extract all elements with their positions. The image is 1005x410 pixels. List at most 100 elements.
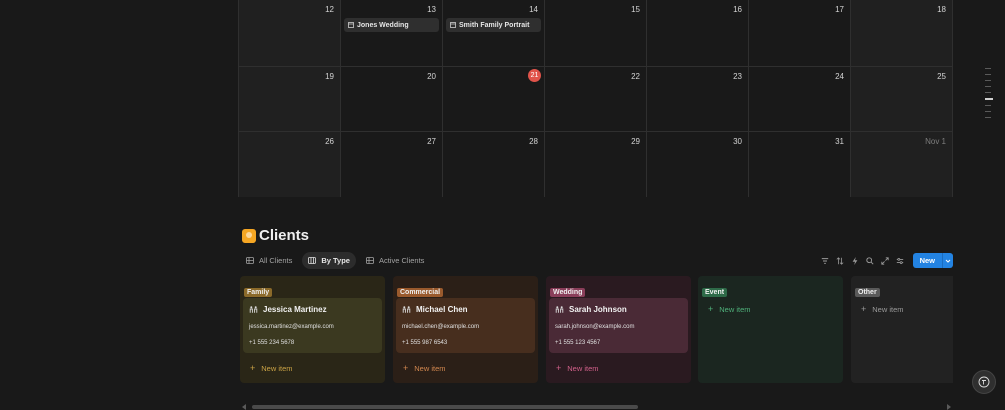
calendar-day-cell[interactable]: 29 — [545, 132, 647, 197]
page-icon — [348, 22, 354, 28]
client-email[interactable]: michael.chen@example.com — [402, 324, 479, 330]
calendar-day-cell[interactable]: 13 Jones Wedding — [341, 0, 443, 66]
search-icon[interactable] — [865, 256, 874, 265]
column-header[interactable]: Wedding — [550, 281, 586, 299]
people-icon — [249, 306, 258, 313]
calendar-event[interactable]: Jones Wedding — [344, 18, 439, 32]
calendar-day-cell[interactable]: 14 Smith Family Portrait — [443, 0, 545, 66]
calendar-event-title: Smith Family Portrait — [459, 21, 530, 29]
calendar-day-cell[interactable]: 23 — [647, 66, 749, 131]
scroll-right-arrow-icon[interactable] — [947, 404, 951, 410]
client-card[interactable]: Jessica Martinez jessica.martinez@example… — [243, 298, 382, 353]
scroll-left-arrow-icon[interactable] — [242, 404, 246, 410]
column-header[interactable]: Other — [855, 281, 880, 299]
page-outline-indicator[interactable] — [985, 68, 995, 118]
calendar-day-cell[interactable]: 22 — [545, 66, 647, 131]
calendar-day-cell[interactable]: 30 — [647, 132, 749, 197]
calendar-day-cell[interactable]: 12 — [239, 0, 341, 66]
day-number: 28 — [529, 137, 538, 146]
calendar-day-cell[interactable]: 25 — [851, 66, 953, 131]
calendar-day-cell[interactable]: 18 — [851, 0, 953, 66]
new-button[interactable]: New — [912, 253, 942, 268]
calendar-day-cell[interactable]: 19 — [239, 66, 341, 131]
settings-icon[interactable] — [896, 257, 904, 265]
expand-icon[interactable] — [880, 256, 889, 265]
plus-icon: + — [708, 304, 714, 314]
tab-all-clients[interactable]: All Clients — [240, 252, 298, 269]
help-button[interactable] — [972, 370, 996, 394]
calendar-day-cell[interactable]: 15 — [545, 0, 647, 66]
client-phone[interactable]: +1 555 987 6543 — [402, 340, 447, 346]
client-name-row: Michael Chen — [402, 305, 468, 314]
day-number: 23 — [733, 71, 742, 81]
day-number: 19 — [325, 71, 334, 81]
client-card[interactable]: Sarah Johnson sarah.johnson@example.com +1… — [549, 298, 688, 353]
day-number: 15 — [631, 5, 640, 14]
calendar-day-cell[interactable]: 27 — [341, 132, 443, 197]
tab-by-type[interactable]: By Type — [302, 252, 356, 269]
plus-icon: + — [403, 363, 409, 373]
column-tag: Commercial — [397, 288, 444, 297]
column-tag: Wedding — [550, 288, 586, 297]
new-item-button[interactable]: + New item — [708, 304, 751, 314]
chevron-down-icon — [945, 259, 951, 263]
filter-icon[interactable] — [821, 257, 829, 265]
calendar-day-cell[interactable]: 21 — [443, 66, 545, 131]
new-item-button[interactable]: + New item — [556, 363, 599, 373]
clients-heading: Clients — [242, 227, 309, 244]
column-header[interactable]: Event — [702, 281, 728, 299]
tab-label: Active Clients — [378, 256, 425, 265]
calendar-day-cell[interactable]: 17 — [749, 0, 851, 66]
client-email[interactable]: sarah.johnson@example.com — [555, 324, 634, 330]
day-number: 27 — [427, 137, 436, 146]
plus-icon: + — [861, 304, 867, 314]
plus-icon: + — [250, 363, 256, 373]
day-number: 18 — [937, 5, 946, 14]
calendar-day-cell[interactable]: Nov 1 — [851, 132, 953, 197]
client-card[interactable]: Michael Chen michael.chen@example.com +1 5… — [396, 298, 535, 353]
calendar-day-cell[interactable]: 28 — [443, 132, 545, 197]
client-email[interactable]: jessica.martinez@example.com — [249, 324, 334, 330]
day-number: 12 — [325, 5, 334, 14]
new-dropdown-button[interactable] — [942, 253, 953, 268]
calendar-week-row: 12 13 Jones Wedding 14 Smith Family Portrait… — [239, 0, 953, 66]
client-phone[interactable]: +1 555 123 4567 — [555, 340, 600, 346]
client-name: Michael Chen — [416, 305, 468, 314]
column-header[interactable]: Family — [244, 281, 273, 299]
calendar-week-row: 19 20 21 22 23 24 25 — [239, 65, 953, 131]
column-header[interactable]: Commercial — [397, 281, 444, 299]
client-phone[interactable]: +1 555 234 5678 — [249, 340, 294, 346]
calendar-day-cell[interactable]: 16 — [647, 0, 749, 66]
kanban-board: Family Jessica Martinez jessica.martinez@e… — [240, 276, 953, 384]
notion-ai-face-icon — [978, 376, 990, 388]
new-item-button[interactable]: + New item — [403, 363, 446, 373]
raised-hand-emoji-icon — [242, 228, 256, 243]
client-name: Jessica Martinez — [263, 305, 327, 314]
new-item-label: New item — [261, 363, 293, 373]
sort-icon[interactable] — [836, 256, 844, 265]
today-day-number: 21 — [528, 68, 541, 82]
new-item-button[interactable]: + New item — [250, 363, 293, 373]
new-item-label: New item — [872, 304, 904, 314]
calendar-event-title: Jones Wedding — [357, 21, 409, 29]
automation-icon[interactable] — [851, 256, 859, 265]
client-name: Sarah Johnson — [569, 305, 627, 314]
calendar-event[interactable]: Smith Family Portrait — [446, 18, 541, 32]
board-column-wedding: Wedding Sarah Johnson sarah.johnson@exampl… — [546, 276, 691, 383]
tab-active-clients[interactable]: Active Clients — [360, 252, 430, 269]
new-item-button[interactable]: + New item — [861, 304, 904, 314]
calendar-day-cell[interactable]: 26 — [239, 132, 341, 197]
plus-icon: + — [556, 363, 562, 373]
day-number: 16 — [733, 5, 742, 14]
calendar-day-cell[interactable]: 24 — [749, 66, 851, 131]
calendar-day-cell[interactable]: 31 — [749, 132, 851, 197]
day-number: Nov 1 — [925, 137, 946, 146]
column-tag: Other — [855, 288, 880, 297]
calendar-day-cell[interactable]: 20 — [341, 66, 443, 131]
new-item-label: New item — [567, 363, 599, 373]
new-item-label: New item — [719, 304, 751, 314]
scrollbar-thumb[interactable] — [252, 405, 638, 409]
column-tag: Event — [702, 288, 728, 297]
horizontal-scrollbar[interactable] — [240, 403, 953, 410]
board-column-other: Other + New item — [851, 276, 953, 383]
